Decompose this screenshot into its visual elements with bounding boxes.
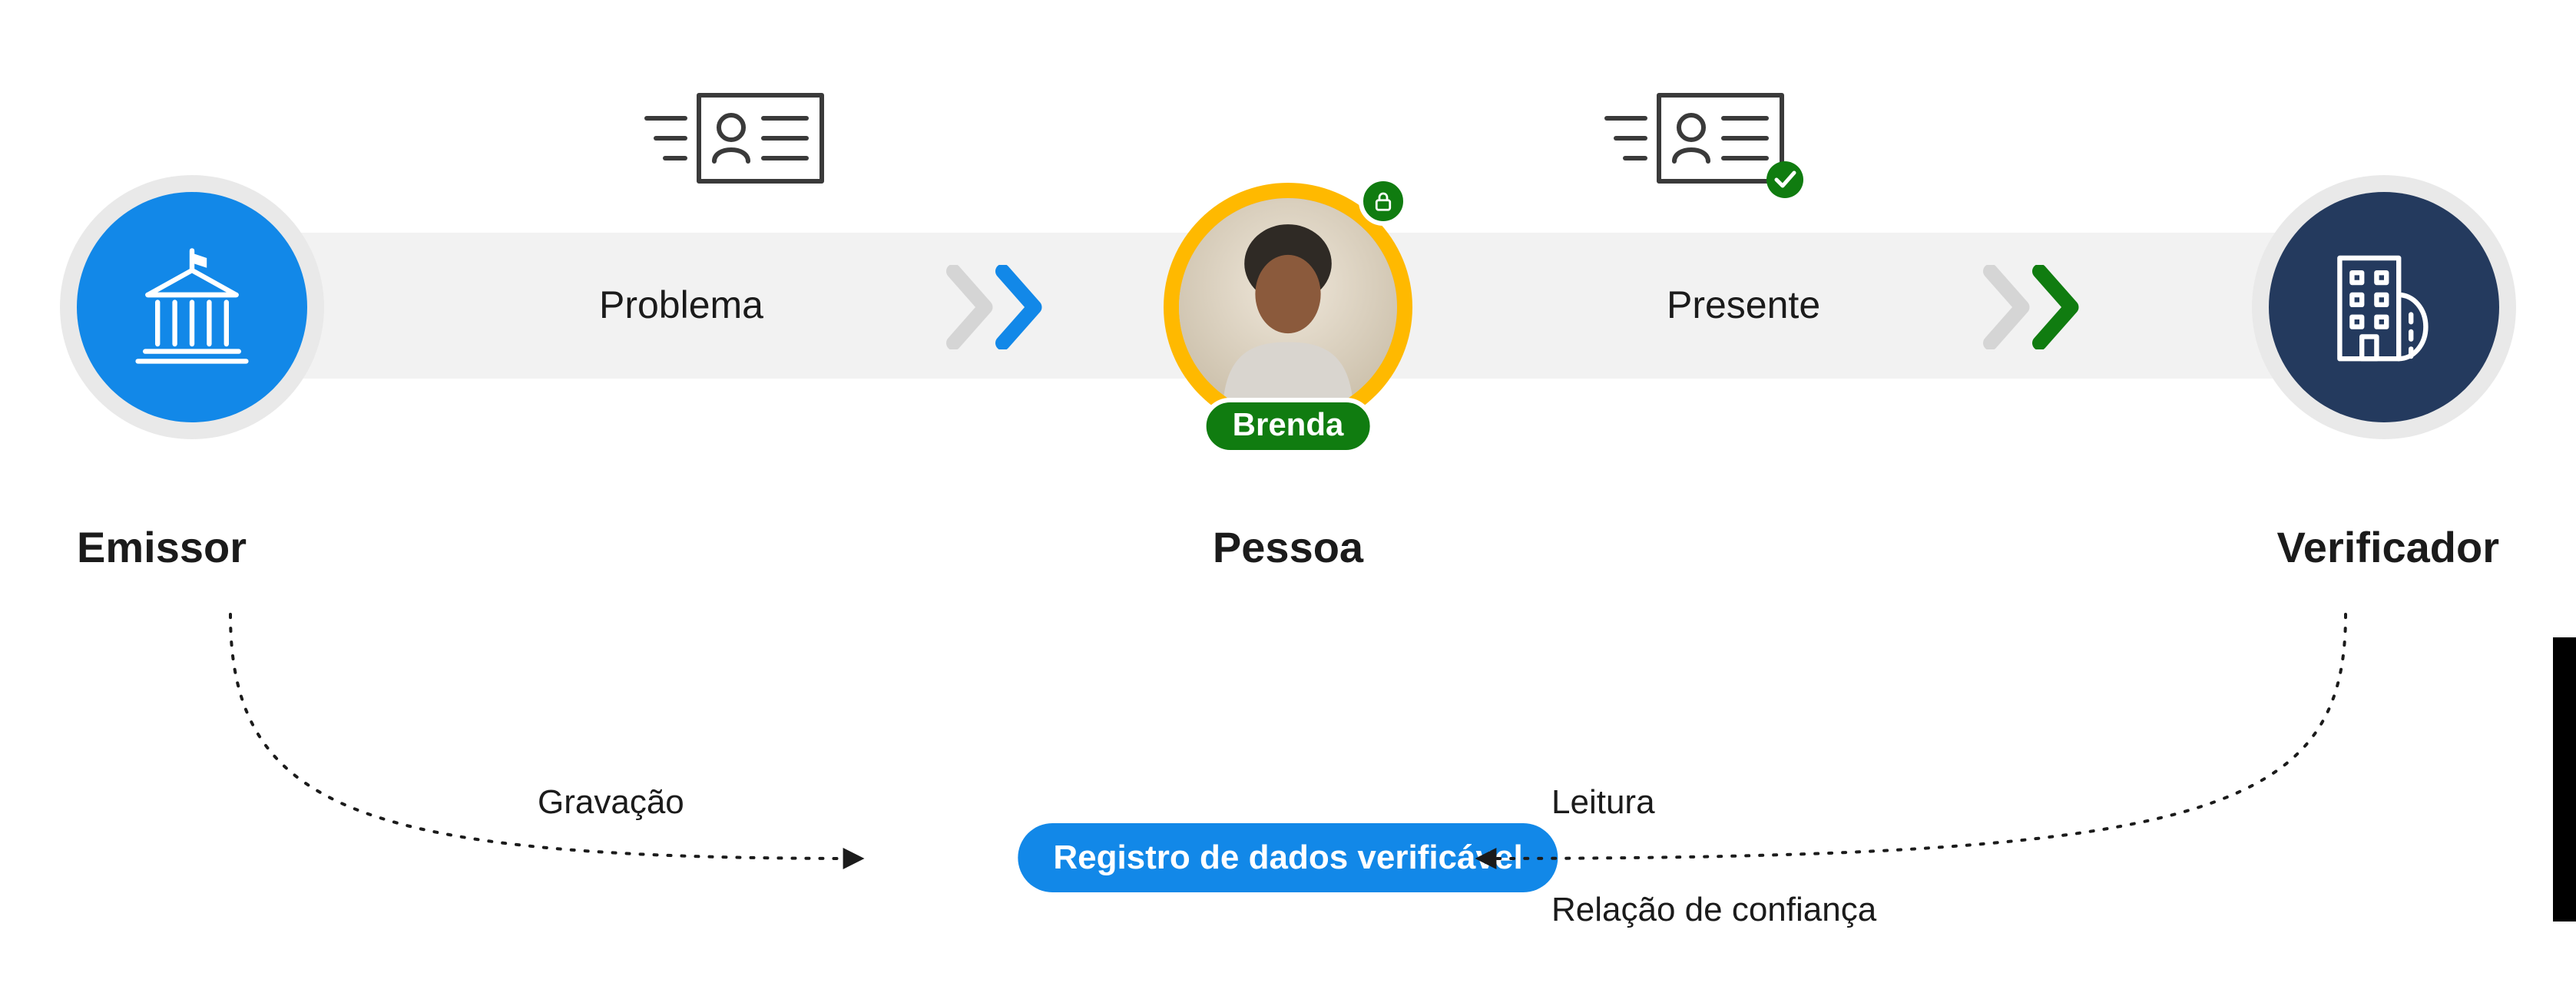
edge-bar xyxy=(2553,637,2576,921)
read-label: Leitura xyxy=(1551,783,1655,822)
diagram-canvas: Brenda Emissor Pessoa Verificador Proble… xyxy=(0,0,2576,986)
verifier-to-registry-connector xyxy=(0,0,2576,986)
write-label: Gravação xyxy=(538,783,684,822)
trust-label: Relação de confiança xyxy=(1551,891,1876,929)
